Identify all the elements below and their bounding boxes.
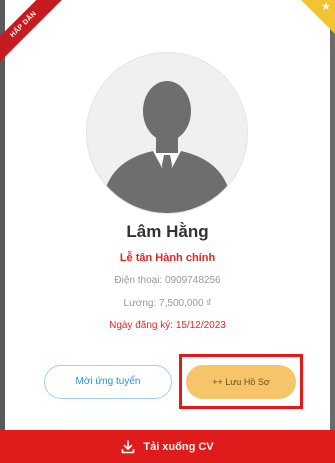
salary-text: Lương: 7,500,000 ₫ [123, 298, 212, 309]
featured-ribbon-label: HẤP DẪN [0, 0, 66, 67]
star-icon: ★ [321, 1, 331, 13]
candidate-card: HẤP DẪN ★ Lâm Hằng Lễ tân Hành chính Điệ… [0, 0, 335, 463]
download-cv-button[interactable]: Tải xuống CV [0, 430, 335, 463]
registration-date: Ngày đăng ký: 15/12/2023 [109, 320, 226, 331]
invite-apply-button[interactable]: Mời ứng tuyển [44, 365, 172, 399]
download-label: Tải xuống CV [143, 440, 214, 453]
download-icon [122, 439, 135, 453]
featured-ribbon: HẤP DẪN [0, 0, 70, 70]
save-profile-button[interactable]: ++ Lưu Hồ Sơ [186, 365, 296, 399]
avatar[interactable] [86, 52, 248, 214]
phone-text: Điện thoại: 0909748256 [114, 275, 221, 286]
job-title: Lễ tân Hành chính [119, 252, 216, 264]
right-edge [330, 0, 335, 430]
person-silhouette-icon [87, 53, 247, 213]
candidate-name: Lâm Hằng [126, 222, 209, 241]
